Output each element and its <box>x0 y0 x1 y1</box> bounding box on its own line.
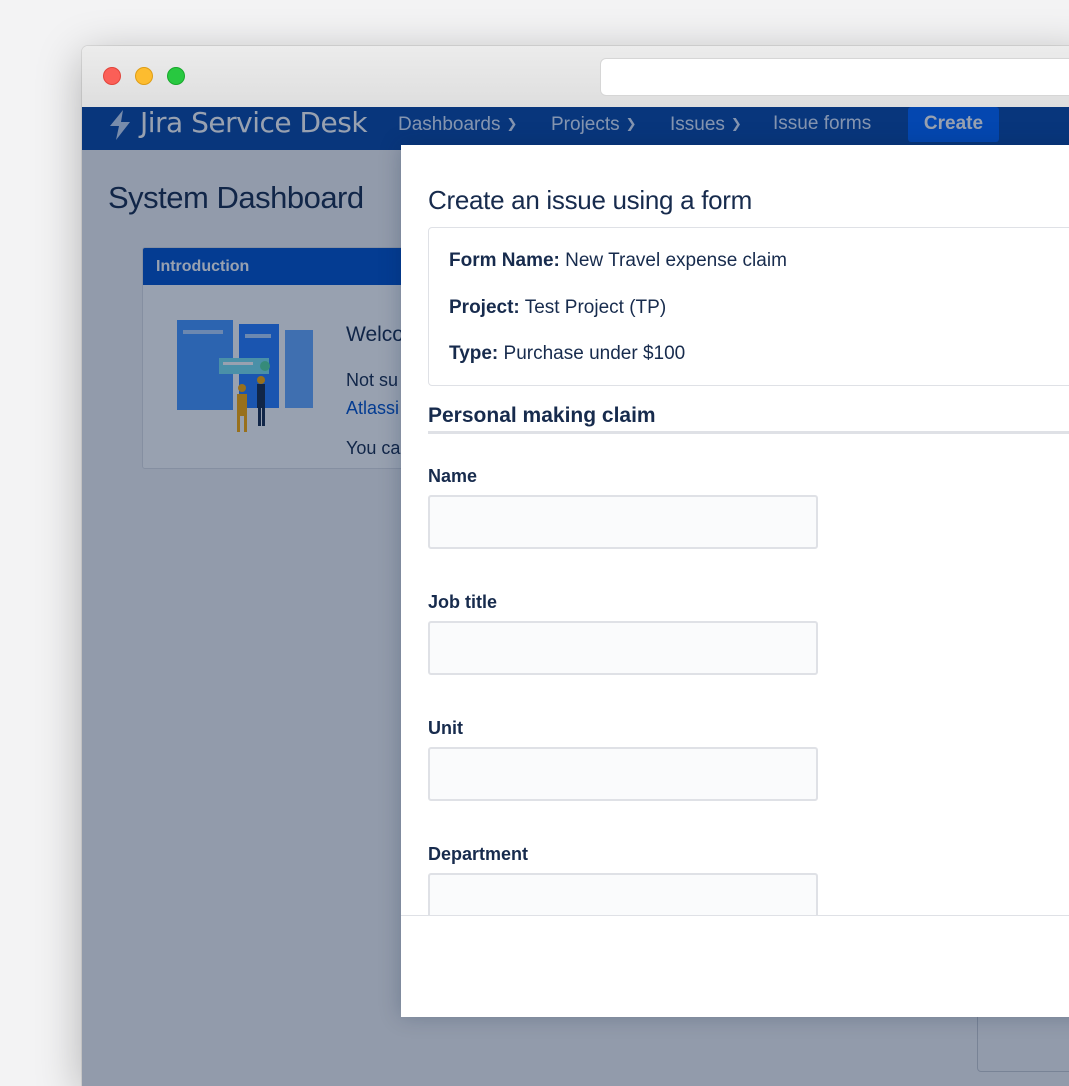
section-title: Personal making claim <box>428 404 656 427</box>
minimize-window-button[interactable] <box>135 67 153 85</box>
type-value: Purchase under $100 <box>503 343 686 364</box>
name-input[interactable] <box>428 495 818 549</box>
section-divider <box>428 431 1069 434</box>
project-value: Test Project (TP) <box>524 297 667 318</box>
dialog-footer <box>401 915 1069 1017</box>
browser-titlebar <box>82 46 1069 108</box>
unit-input[interactable] <box>428 747 818 801</box>
job-title-label: Job title <box>428 592 498 612</box>
create-issue-dialog: Create an issue using a form Form Name: … <box>401 145 1069 1017</box>
unit-label: Unit <box>428 718 463 738</box>
form-info-box: Form Name: New Travel expense claim Proj… <box>428 227 1069 386</box>
dialog-title: Create an issue using a form <box>428 185 752 215</box>
project-label: Project: <box>449 297 520 318</box>
department-input[interactable] <box>428 873 818 915</box>
type-label: Type: <box>449 343 499 364</box>
dialog-body[interactable]: Create an issue using a form Form Name: … <box>401 145 1069 915</box>
address-bar[interactable] <box>600 58 1069 96</box>
form-name-label: Form Name: <box>449 250 560 271</box>
close-window-button[interactable] <box>103 67 121 85</box>
maximize-window-button[interactable] <box>167 67 185 85</box>
type-row: Type: Purchase under $100 <box>449 343 685 365</box>
name-label: Name <box>428 466 478 486</box>
department-label: Department <box>428 844 529 864</box>
form-name-value: New Travel expense claim <box>565 250 787 271</box>
project-row: Project: Test Project (TP) <box>449 297 666 319</box>
job-title-input[interactable] <box>428 621 818 675</box>
form-name-row: Form Name: New Travel expense claim <box>449 250 787 272</box>
